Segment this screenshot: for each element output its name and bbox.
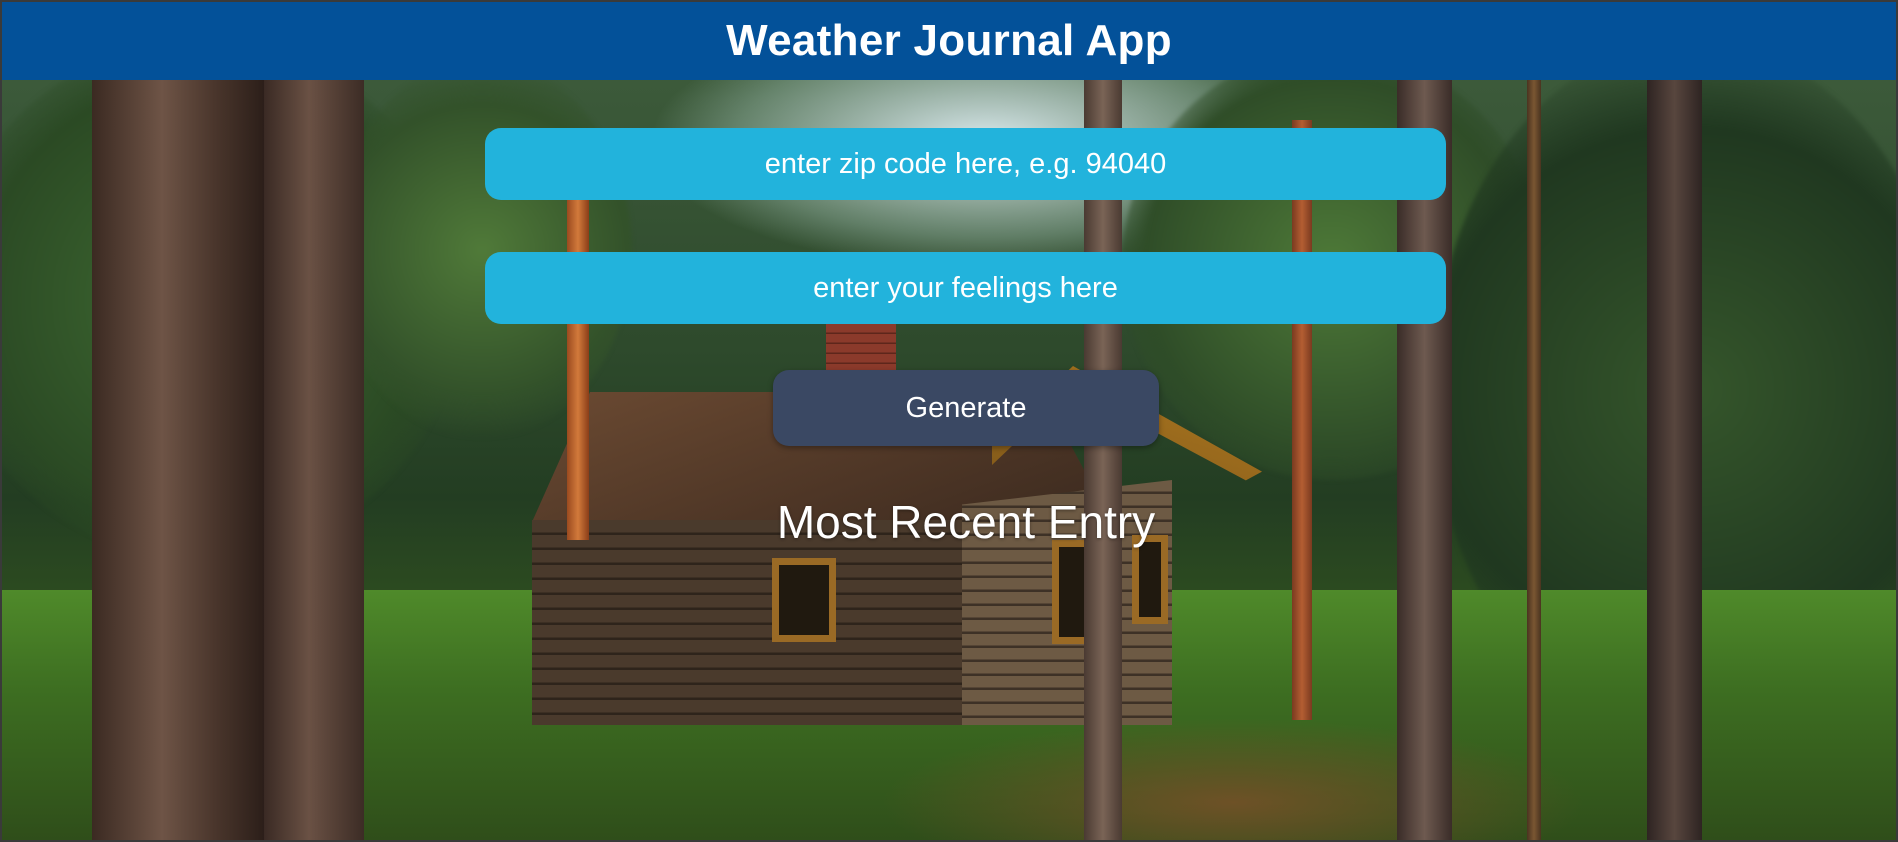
most-recent-entry-heading: Most Recent Entry — [776, 496, 1156, 548]
app-window: Weather Journal App Generate Most Recent… — [0, 0, 1898, 842]
app-title: Weather Journal App — [726, 16, 1172, 65]
app-header: Weather Journal App — [2, 2, 1896, 80]
feelings-input[interactable] — [485, 252, 1446, 324]
zip-code-input[interactable] — [485, 128, 1446, 200]
generate-button[interactable]: Generate — [773, 370, 1159, 446]
